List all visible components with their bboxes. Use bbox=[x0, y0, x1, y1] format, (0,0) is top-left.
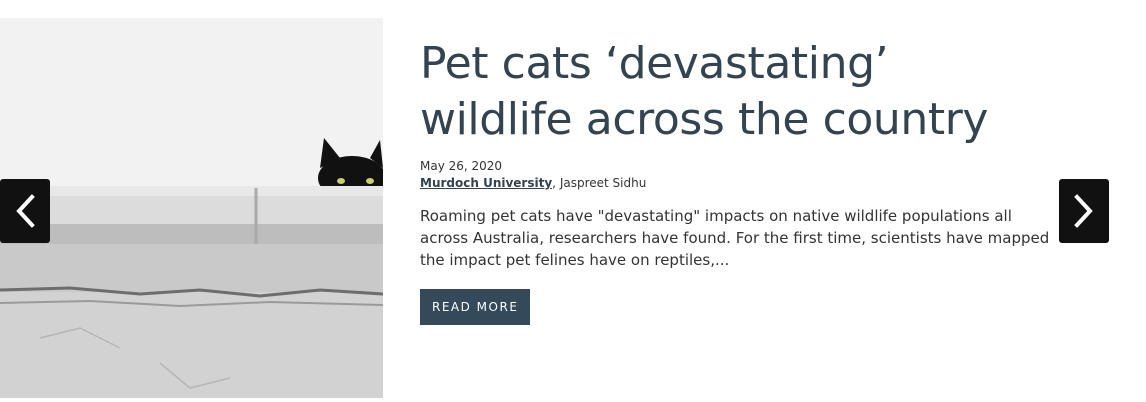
previous-slide-button[interactable] bbox=[0, 179, 50, 243]
read-more-button[interactable]: READ MORE bbox=[420, 289, 531, 325]
next-slide-button[interactable] bbox=[1059, 179, 1109, 243]
article-content: Pet cats ‘devastating’ wildlife across t… bbox=[420, 36, 1050, 325]
chevron-right-icon bbox=[1074, 194, 1093, 228]
article-date: May 26, 2020 bbox=[420, 159, 503, 173]
article-title[interactable]: Pet cats ‘devastating’ wildlife across t… bbox=[420, 36, 1050, 148]
author-name: Jaspreet Sidhu bbox=[559, 176, 647, 190]
chevron-left-icon bbox=[16, 194, 35, 228]
article-byline: Murdoch University, Jaspreet Sidhu bbox=[420, 175, 1050, 192]
article-excerpt: Roaming pet cats have "devastating" impa… bbox=[420, 207, 1050, 269]
news-slider: Pet cats ‘devastating’ wildlife across t… bbox=[0, 0, 1146, 402]
article-photo[interactable] bbox=[0, 18, 383, 398]
byline-separator: , bbox=[552, 176, 560, 190]
article-meta: May 26, 2020 Murdoch University, Jaspree… bbox=[420, 158, 1050, 192]
organization-link[interactable]: Murdoch University bbox=[420, 176, 552, 190]
